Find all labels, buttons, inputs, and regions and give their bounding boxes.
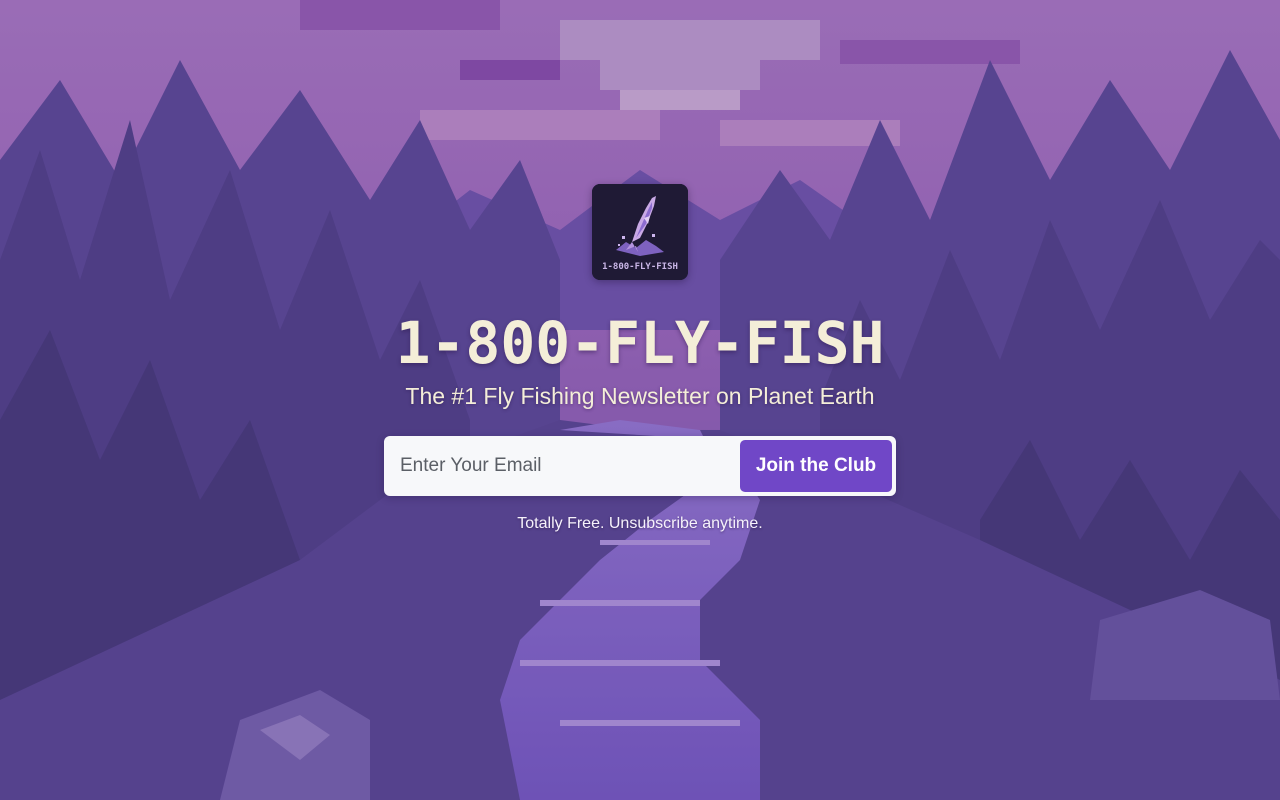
email-input[interactable] — [384, 436, 736, 496]
page-subtitle: The #1 Fly Fishing Newsletter on Planet … — [405, 383, 875, 409]
join-club-button[interactable]: Join the Club — [740, 440, 892, 492]
logo: 1-800-FLY-FISH — [592, 184, 688, 280]
hero-section: 1-800-FLY-FISH 1-800-FLY-FISH The #1 Fly… — [0, 0, 1280, 800]
page-title: 1-800-FLY-FISH — [395, 309, 885, 377]
logo-text: 1-800-FLY-FISH — [602, 262, 678, 272]
newsletter-signup-form: Join the Club — [384, 436, 896, 496]
signup-fineprint: Totally Free. Unsubscribe anytime. — [517, 515, 763, 532]
